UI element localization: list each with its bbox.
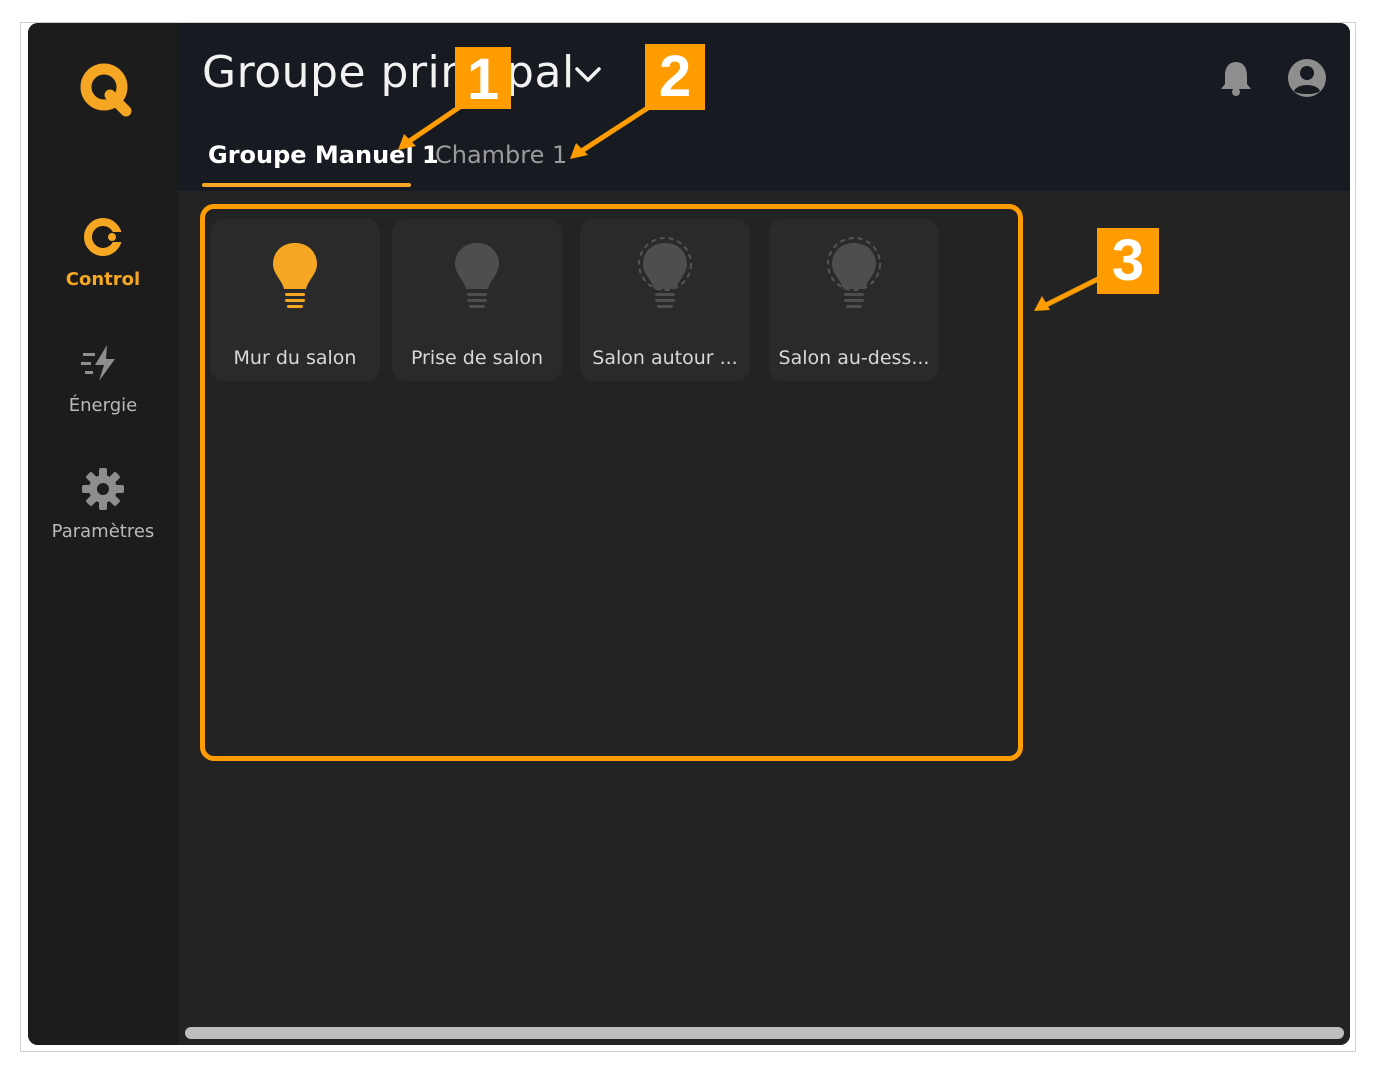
q-logo-icon[interactable] [76,59,136,119]
sidebar-item-label: Paramètres [51,521,155,542]
callout-label-3: 3 [1097,228,1159,294]
tab-groupe-manuel-1[interactable]: Groupe Manuel 1 [208,141,439,169]
chevron-down-icon[interactable] [573,63,603,87]
bell-icon[interactable] [1218,59,1254,97]
active-tab-indicator [202,183,411,187]
sidebar-item-parametres[interactable]: Paramètres [28,465,178,542]
user-account-icon[interactable] [1286,57,1328,99]
horizontal-scrollbar[interactable] [185,1027,1344,1039]
tab-chambre-1[interactable]: Chambre 1 [435,141,567,169]
callout-label-2: 2 [645,44,705,110]
callout-highlight-box [200,204,1023,761]
sidebar-item-control[interactable]: Control [28,213,178,290]
group-selector[interactable]: Groupe principal [202,47,575,98]
callout-label-1: 1 [455,47,511,112]
gear-icon [82,468,124,510]
sidebar-item-energie[interactable]: Énergie [28,339,178,416]
sidebar-item-label: Control [65,269,141,290]
energy-icon [81,345,115,381]
control-icon [84,218,123,256]
sidebar-item-label: Énergie [68,395,138,416]
sidebar: Control Énergie Paramètres [28,23,178,1045]
